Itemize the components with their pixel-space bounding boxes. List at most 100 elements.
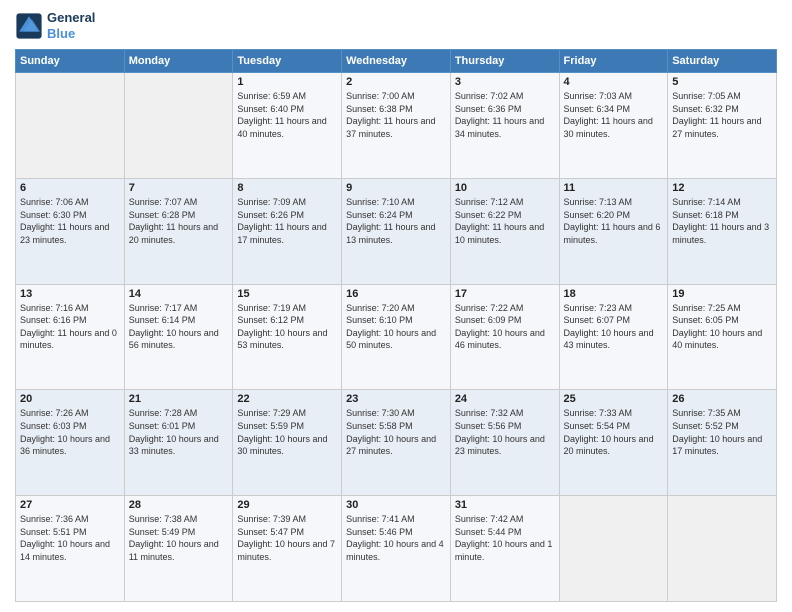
week-row-5: 27 Sunrise: 7:36 AMSunset: 5:51 PMDayligh… (16, 496, 777, 602)
day-info: Sunrise: 7:25 AMSunset: 6:05 PMDaylight:… (672, 302, 772, 352)
day-info: Sunrise: 7:36 AMSunset: 5:51 PMDaylight:… (20, 513, 120, 563)
day-cell (16, 73, 125, 179)
day-info: Sunrise: 7:03 AMSunset: 6:34 PMDaylight:… (564, 90, 664, 140)
day-cell: 14 Sunrise: 7:17 AMSunset: 6:14 PMDayligh… (124, 284, 233, 390)
day-info: Sunrise: 7:29 AMSunset: 5:59 PMDaylight:… (237, 407, 337, 457)
day-cell: 27 Sunrise: 7:36 AMSunset: 5:51 PMDayligh… (16, 496, 125, 602)
day-info: Sunrise: 7:14 AMSunset: 6:18 PMDaylight:… (672, 196, 772, 246)
day-cell: 29 Sunrise: 7:39 AMSunset: 5:47 PMDayligh… (233, 496, 342, 602)
day-info: Sunrise: 7:00 AMSunset: 6:38 PMDaylight:… (346, 90, 446, 140)
day-info: Sunrise: 7:05 AMSunset: 6:32 PMDaylight:… (672, 90, 772, 140)
day-info: Sunrise: 7:30 AMSunset: 5:58 PMDaylight:… (346, 407, 446, 457)
day-number: 20 (20, 393, 120, 405)
day-cell: 24Sunrise: 7:32 AMSunset: 5:56 PMDayligh… (450, 390, 559, 496)
day-cell: 9 Sunrise: 7:10 AMSunset: 6:24 PMDaylight… (342, 178, 451, 284)
weekday-header-row: SundayMondayTuesdayWednesdayThursdayFrid… (16, 50, 777, 73)
day-cell: 30 Sunrise: 7:41 AMSunset: 5:46 PMDayligh… (342, 496, 451, 602)
day-cell: 13Sunrise: 7:16 AMSunset: 6:16 PMDayligh… (16, 284, 125, 390)
day-number: 4 (564, 76, 664, 88)
day-info: Sunrise: 7:35 AMSunset: 5:52 PMDaylight:… (672, 407, 772, 457)
day-cell: 23 Sunrise: 7:30 AMSunset: 5:58 PMDayligh… (342, 390, 451, 496)
day-cell (668, 496, 777, 602)
day-number: 30 (346, 499, 446, 511)
day-number: 1 (237, 76, 337, 88)
day-info: Sunrise: 7:41 AMSunset: 5:46 PMDaylight:… (346, 513, 446, 563)
logo-text: General Blue (47, 10, 95, 41)
day-cell: 7 Sunrise: 7:07 AMSunset: 6:28 PMDaylight… (124, 178, 233, 284)
day-cell (559, 496, 668, 602)
day-cell: 26 Sunrise: 7:35 AMSunset: 5:52 PMDayligh… (668, 390, 777, 496)
day-number: 31 (455, 499, 555, 511)
week-row-3: 13Sunrise: 7:16 AMSunset: 6:16 PMDayligh… (16, 284, 777, 390)
day-number: 16 (346, 288, 446, 300)
page: General Blue SundayMondayTuesdayWednesda… (0, 0, 792, 612)
day-cell: 28 Sunrise: 7:38 AMSunset: 5:49 PMDayligh… (124, 496, 233, 602)
day-info: Sunrise: 7:22 AMSunset: 6:09 PMDaylight:… (455, 302, 555, 352)
day-info: Sunrise: 7:33 AMSunset: 5:54 PMDaylight:… (564, 407, 664, 457)
day-info: Sunrise: 7:12 AMSunset: 6:22 PMDaylight:… (455, 196, 555, 246)
week-row-1: 1Sunrise: 6:59 AMSunset: 6:40 PMDaylight… (16, 73, 777, 179)
day-number: 23 (346, 393, 446, 405)
weekday-header-friday: Friday (559, 50, 668, 73)
day-cell: 25 Sunrise: 7:33 AMSunset: 5:54 PMDayligh… (559, 390, 668, 496)
day-number: 27 (20, 499, 120, 511)
day-info: Sunrise: 7:09 AMSunset: 6:26 PMDaylight:… (237, 196, 337, 246)
day-info: Sunrise: 7:02 AMSunset: 6:36 PMDaylight:… (455, 90, 555, 140)
day-cell: 3 Sunrise: 7:02 AMSunset: 6:36 PMDaylight… (450, 73, 559, 179)
day-cell: 10 Sunrise: 7:12 AMSunset: 6:22 PMDayligh… (450, 178, 559, 284)
day-number: 11 (564, 182, 664, 194)
day-number: 5 (672, 76, 772, 88)
day-number: 9 (346, 182, 446, 194)
day-cell: 4 Sunrise: 7:03 AMSunset: 6:34 PMDaylight… (559, 73, 668, 179)
day-number: 2 (346, 76, 446, 88)
header: General Blue (15, 10, 777, 41)
day-info: Sunrise: 7:07 AMSunset: 6:28 PMDaylight:… (129, 196, 229, 246)
day-number: 26 (672, 393, 772, 405)
day-number: 19 (672, 288, 772, 300)
day-number: 10 (455, 182, 555, 194)
day-cell: 12 Sunrise: 7:14 AMSunset: 6:18 PMDayligh… (668, 178, 777, 284)
day-info: Sunrise: 7:10 AMSunset: 6:24 PMDaylight:… (346, 196, 446, 246)
day-number: 18 (564, 288, 664, 300)
day-number: 15 (237, 288, 337, 300)
day-info: Sunrise: 7:38 AMSunset: 5:49 PMDaylight:… (129, 513, 229, 563)
day-cell: 15Sunrise: 7:19 AMSunset: 6:12 PMDayligh… (233, 284, 342, 390)
day-info: Sunrise: 7:32 AMSunset: 5:56 PMDaylight:… (455, 407, 555, 457)
day-info: Sunrise: 7:26 AMSunset: 6:03 PMDaylight:… (20, 407, 120, 457)
day-cell: 31 Sunrise: 7:42 AMSunset: 5:44 PMDayligh… (450, 496, 559, 602)
day-cell: 8 Sunrise: 7:09 AMSunset: 6:26 PMDaylight… (233, 178, 342, 284)
day-cell: 18Sunrise: 7:23 AMSunset: 6:07 PMDayligh… (559, 284, 668, 390)
day-cell: 17 Sunrise: 7:22 AMSunset: 6:09 PMDayligh… (450, 284, 559, 390)
day-number: 25 (564, 393, 664, 405)
day-info: Sunrise: 7:28 AMSunset: 6:01 PMDaylight:… (129, 407, 229, 457)
calendar-table: SundayMondayTuesdayWednesdayThursdayFrid… (15, 49, 777, 602)
logo: General Blue (15, 10, 95, 41)
day-cell: 5 Sunrise: 7:05 AMSunset: 6:32 PMDaylight… (668, 73, 777, 179)
day-info: Sunrise: 7:42 AMSunset: 5:44 PMDaylight:… (455, 513, 555, 563)
day-number: 8 (237, 182, 337, 194)
day-info: Sunrise: 7:20 AMSunset: 6:10 PMDaylight:… (346, 302, 446, 352)
day-info: Sunrise: 7:13 AMSunset: 6:20 PMDaylight:… (564, 196, 664, 246)
day-cell: 20 Sunrise: 7:26 AMSunset: 6:03 PMDayligh… (16, 390, 125, 496)
day-cell: 21Sunrise: 7:28 AMSunset: 6:01 PMDayligh… (124, 390, 233, 496)
day-cell: 1Sunrise: 6:59 AMSunset: 6:40 PMDaylight… (233, 73, 342, 179)
day-number: 17 (455, 288, 555, 300)
day-cell: 16 Sunrise: 7:20 AMSunset: 6:10 PMDayligh… (342, 284, 451, 390)
weekday-header-sunday: Sunday (16, 50, 125, 73)
day-info: Sunrise: 7:17 AMSunset: 6:14 PMDaylight:… (129, 302, 229, 352)
day-number: 7 (129, 182, 229, 194)
day-cell: 6Sunrise: 7:06 AMSunset: 6:30 PMDaylight… (16, 178, 125, 284)
day-number: 3 (455, 76, 555, 88)
weekday-header-tuesday: Tuesday (233, 50, 342, 73)
day-number: 28 (129, 499, 229, 511)
day-cell: 22 Sunrise: 7:29 AMSunset: 5:59 PMDayligh… (233, 390, 342, 496)
day-cell: 11 Sunrise: 7:13 AMSunset: 6:20 PMDayligh… (559, 178, 668, 284)
day-number: 29 (237, 499, 337, 511)
day-number: 6 (20, 182, 120, 194)
week-row-4: 20 Sunrise: 7:26 AMSunset: 6:03 PMDayligh… (16, 390, 777, 496)
day-number: 14 (129, 288, 229, 300)
day-info: Sunrise: 7:39 AMSunset: 5:47 PMDaylight:… (237, 513, 337, 563)
day-number: 22 (237, 393, 337, 405)
day-number: 12 (672, 182, 772, 194)
week-row-2: 6Sunrise: 7:06 AMSunset: 6:30 PMDaylight… (16, 178, 777, 284)
